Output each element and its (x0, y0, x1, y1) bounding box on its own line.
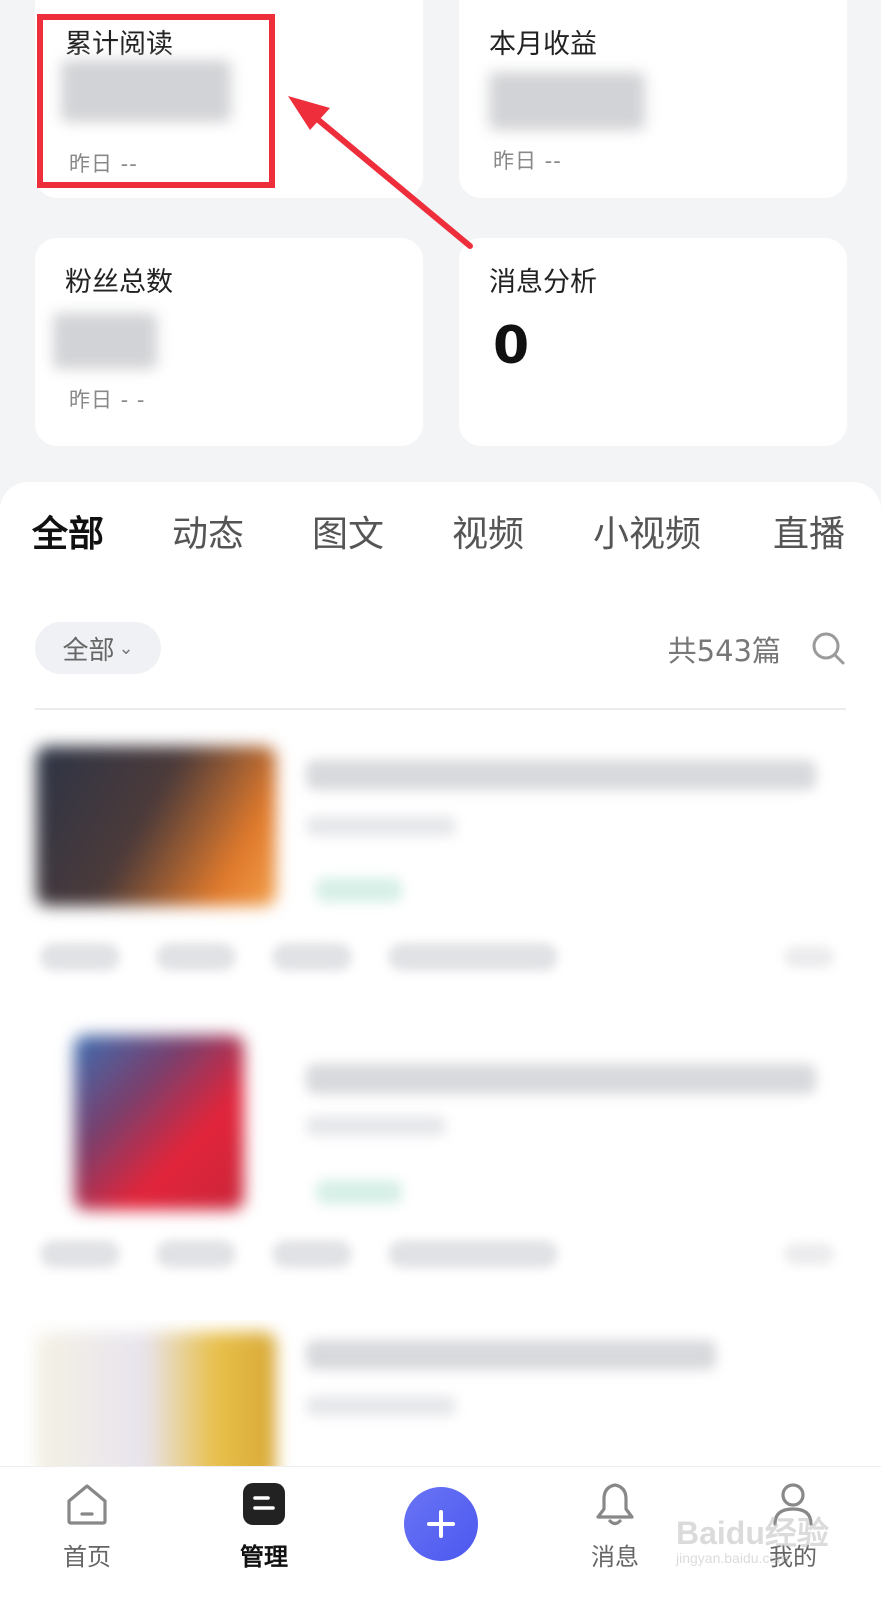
tab-live[interactable]: 直播 (773, 505, 845, 557)
bell-icon (596, 1483, 634, 1526)
tab-articles[interactable]: 图文 (312, 505, 384, 557)
content-type-tabs: 全部 动态 图文 视频 小视频 直播 (0, 505, 881, 565)
item-stat (40, 943, 120, 971)
filter-dropdown[interactable]: 全部 ⌄ (35, 622, 161, 674)
nav-home-label: 首页 (63, 1543, 111, 1571)
stat-yesterday: 昨日 - - (69, 388, 146, 412)
watermark-brand: Baidu经验 (676, 1515, 829, 1551)
filter-selected-label: 全部 (62, 635, 115, 666)
watermark-url: jingyan.baidu.com (676, 1550, 789, 1566)
item-title (306, 1340, 716, 1370)
tab-short-videos[interactable]: 小视频 (593, 505, 701, 557)
item-stat (156, 943, 236, 971)
stat-title: 粉丝总数 (65, 267, 173, 298)
chevron-down-icon: ⌄ (118, 637, 134, 659)
blurred-value (53, 313, 157, 369)
list-item[interactable] (24, 1035, 848, 1300)
annotation-arrow (288, 96, 473, 249)
stat-title: 消息分析 (489, 267, 597, 298)
stat-value: 0 (493, 316, 530, 376)
article-count: 共543篇 (667, 634, 781, 668)
item-status-tag (316, 1180, 402, 1204)
manage-icon (243, 1483, 285, 1525)
item-stat (272, 1240, 352, 1268)
nav-manage[interactable]: 管理 (209, 1481, 319, 1572)
item-stat (40, 1240, 120, 1268)
list-divider (35, 708, 846, 710)
item-stat (272, 943, 352, 971)
home-icon (67, 1484, 107, 1525)
item-status-tag (316, 878, 402, 902)
list-item[interactable] (24, 1320, 848, 1466)
item-stat (388, 943, 558, 971)
item-title (306, 760, 816, 790)
nav-manage-label: 管理 (240, 1543, 288, 1571)
tab-videos[interactable]: 视频 (452, 505, 524, 557)
nav-messages[interactable]: 消息 (560, 1481, 670, 1572)
nav-messages-label: 消息 (591, 1543, 639, 1571)
create-button[interactable] (404, 1487, 478, 1561)
tab-all[interactable]: 全部 (32, 505, 104, 557)
item-meta (306, 1116, 446, 1136)
search-icon[interactable] (810, 630, 846, 666)
list-item[interactable] (24, 738, 848, 998)
nav-home[interactable]: 首页 (32, 1481, 142, 1572)
item-title (306, 1064, 816, 1094)
item-stat (156, 1240, 236, 1268)
item-more (784, 946, 834, 968)
stat-card-total-fans[interactable]: 粉丝总数 昨日 - - (35, 238, 423, 446)
baidu-jingyan-watermark: Baidu经验 jingyan.baidu.com (676, 1508, 829, 1566)
plus-icon (427, 1510, 455, 1538)
stat-card-message-analysis[interactable]: 消息分析 0 (459, 238, 847, 446)
item-thumbnail (36, 1332, 276, 1466)
item-thumbnail (74, 1035, 244, 1210)
item-meta (306, 1396, 456, 1416)
item-stat (388, 1240, 558, 1268)
item-more (784, 1243, 834, 1265)
item-thumbnail (36, 746, 276, 906)
item-meta (306, 816, 456, 836)
tab-moments[interactable]: 动态 (172, 505, 244, 557)
